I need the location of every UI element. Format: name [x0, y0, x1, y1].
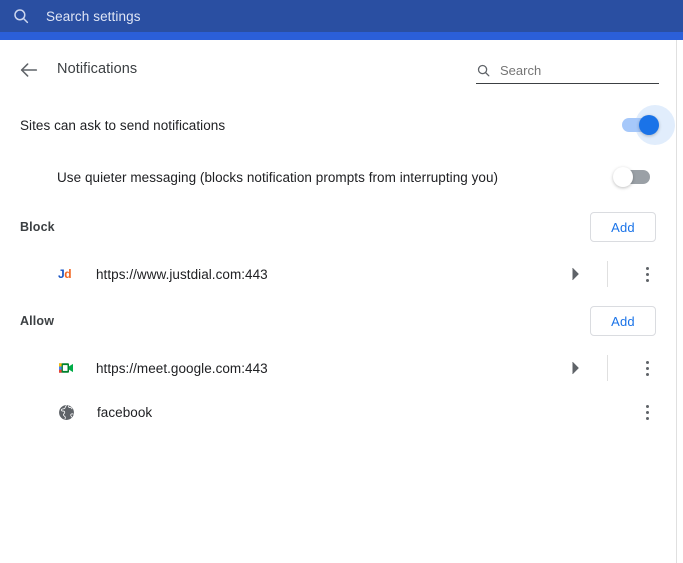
add-button-allow[interactable]: Add [590, 306, 656, 336]
back-arrow-icon[interactable] [18, 59, 40, 81]
row-divider [607, 261, 608, 287]
section-title: Block [20, 220, 590, 234]
more-vertical-icon[interactable] [638, 357, 656, 379]
google-meet-favicon [58, 360, 74, 376]
page-subheader: Notifications [0, 40, 676, 98]
settings-topbar: Search settings [0, 0, 683, 32]
site-row[interactable]: https://meet.google.com:443 [0, 346, 676, 390]
site-url: facebook [97, 405, 638, 420]
site-row[interactable]: Jd https://www.justdial.com:443 [0, 252, 676, 296]
page-title: Notifications [57, 61, 137, 77]
topbar-accent-strip [0, 32, 683, 40]
setting-row-quieter-messaging: Use quieter messaging (blocks notificati… [0, 152, 676, 202]
site-row[interactable]: facebook [0, 390, 676, 434]
site-url: https://meet.google.com:443 [96, 361, 565, 376]
search-icon[interactable] [12, 7, 30, 25]
toggle-knob [639, 115, 659, 135]
chevron-right-icon[interactable] [565, 264, 585, 284]
sites-can-ask-toggle[interactable] [622, 118, 656, 132]
quieter-messaging-toggle[interactable] [616, 170, 650, 184]
justdial-favicon: Jd [58, 266, 74, 282]
settings-search-box[interactable] [476, 57, 659, 84]
site-url: https://www.justdial.com:443 [96, 267, 565, 282]
section-header-block: Block Add [0, 202, 676, 252]
chevron-right-icon[interactable] [565, 358, 585, 378]
settings-panel: Notifications Sites can ask to send noti… [0, 40, 677, 563]
setting-label: Sites can ask to send notifications [20, 118, 622, 133]
setting-row-sites-can-ask: Sites can ask to send notifications [0, 98, 676, 152]
section-title: Allow [20, 314, 590, 328]
globe-favicon [58, 404, 75, 421]
more-vertical-icon[interactable] [638, 263, 656, 285]
toggle-knob [613, 167, 633, 187]
add-button-block[interactable]: Add [590, 212, 656, 242]
more-vertical-icon[interactable] [638, 401, 656, 423]
row-divider [607, 355, 608, 381]
search-icon [476, 63, 491, 78]
setting-label: Use quieter messaging (blocks notificati… [57, 170, 557, 185]
search-input[interactable] [500, 63, 650, 78]
topbar-title: Search settings [46, 9, 141, 24]
section-header-allow: Allow Add [0, 296, 676, 346]
